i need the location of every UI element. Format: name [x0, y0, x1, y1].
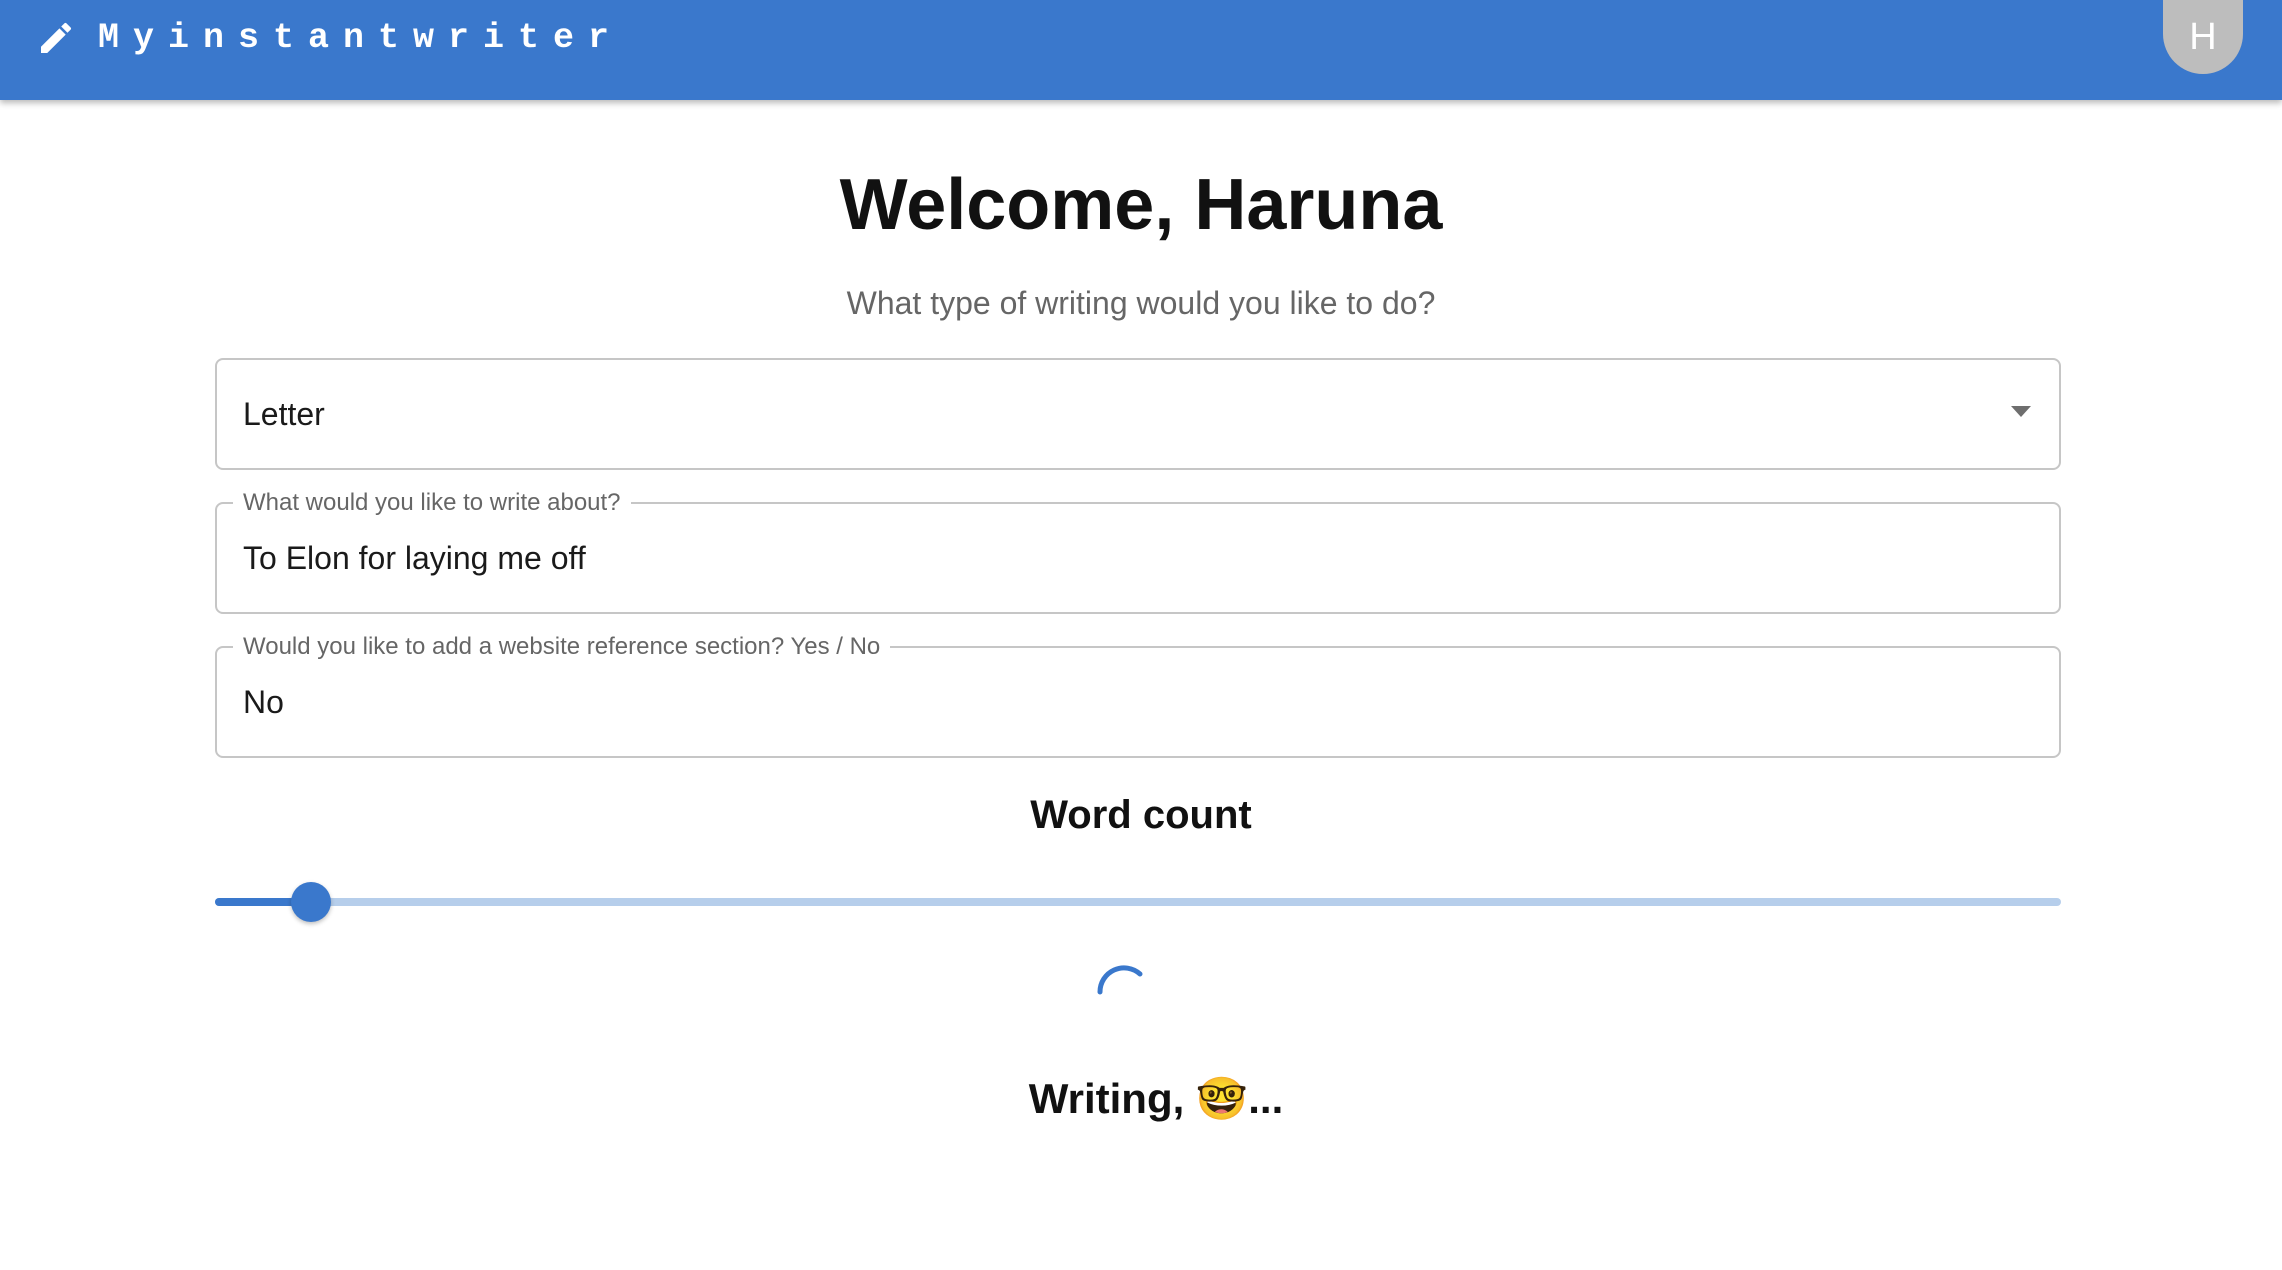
page-title: Welcome, Haruna [839, 165, 1443, 245]
app-bar: Myinstantwriter H [0, 0, 2282, 100]
arrow-drop-down-icon [2011, 406, 2031, 417]
writing-type-value: Letter [243, 396, 325, 432]
pencil-icon [36, 18, 76, 58]
reference-label: Would you like to add a website referenc… [233, 633, 891, 661]
reference-value: No [243, 684, 284, 720]
brand-name: Myinstantwriter [98, 18, 624, 58]
reference-input[interactable]: Would you like to add a website referenc… [215, 633, 2061, 758]
brand-logo[interactable]: Myinstantwriter [36, 14, 623, 62]
user-avatar[interactable]: H [2163, 0, 2243, 74]
word-count-label: Word count [1030, 793, 1252, 837]
slider-rail [215, 898, 2061, 906]
writing-status: Writing, 🤓... [1028, 1075, 1284, 1122]
topic-value: To Elon for laying me off [243, 540, 586, 576]
slider-thumb[interactable] [290, 882, 331, 922]
loading-spinner-icon [1092, 960, 1156, 1024]
topic-input[interactable]: What would you like to write about? To E… [215, 489, 2061, 614]
word-count-slider[interactable] [215, 882, 2061, 922]
page-subtitle: What type of writing would you like to d… [846, 285, 1436, 321]
writing-type-select[interactable]: Letter [215, 358, 2061, 470]
